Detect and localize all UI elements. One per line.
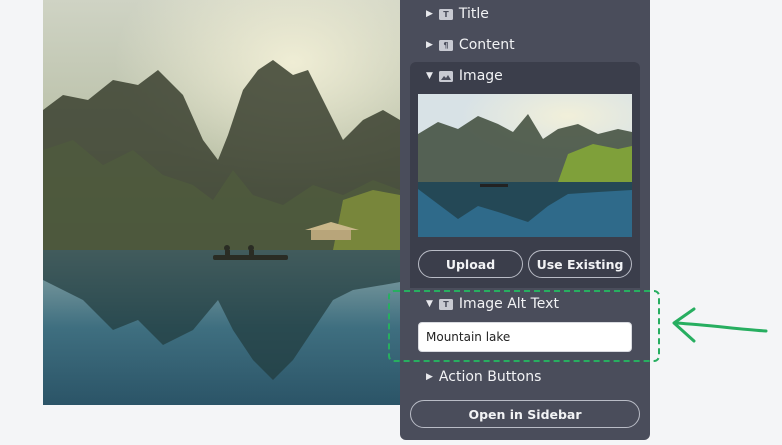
image-type-icon	[438, 70, 453, 82]
properties-panel: ▶ T Title ▶ ¶ Content ▼ Image Upload Use…	[400, 0, 650, 440]
section-title-label: Title	[458, 6, 489, 22]
caret-right-icon: ▶	[426, 372, 433, 382]
caret-right-icon: ▶	[426, 40, 433, 50]
image-preview	[418, 94, 632, 237]
upload-button[interactable]: Upload	[418, 250, 523, 278]
section-content-label: Content	[458, 37, 515, 53]
section-image[interactable]: ▼ Image	[426, 62, 650, 90]
paragraph-type-icon: ¶	[438, 39, 453, 51]
highlight-box	[388, 290, 660, 362]
section-image-label: Image	[458, 68, 503, 84]
caret-down-icon: ▼	[426, 71, 433, 81]
caret-right-icon: ▶	[426, 9, 433, 19]
pointer-arrow-icon	[672, 307, 768, 343]
canvas-lake-photo	[43, 0, 400, 405]
section-content[interactable]: ▶ ¶ Content	[426, 31, 650, 59]
text-type-icon: T	[438, 8, 453, 20]
section-action-buttons[interactable]: ▶ Action Buttons	[426, 363, 650, 391]
section-action-buttons-label: Action Buttons	[438, 369, 542, 385]
use-existing-button[interactable]: Use Existing	[528, 250, 632, 278]
section-title[interactable]: ▶ T Title	[426, 0, 650, 28]
open-in-sidebar-button[interactable]: Open in Sidebar	[410, 400, 640, 428]
